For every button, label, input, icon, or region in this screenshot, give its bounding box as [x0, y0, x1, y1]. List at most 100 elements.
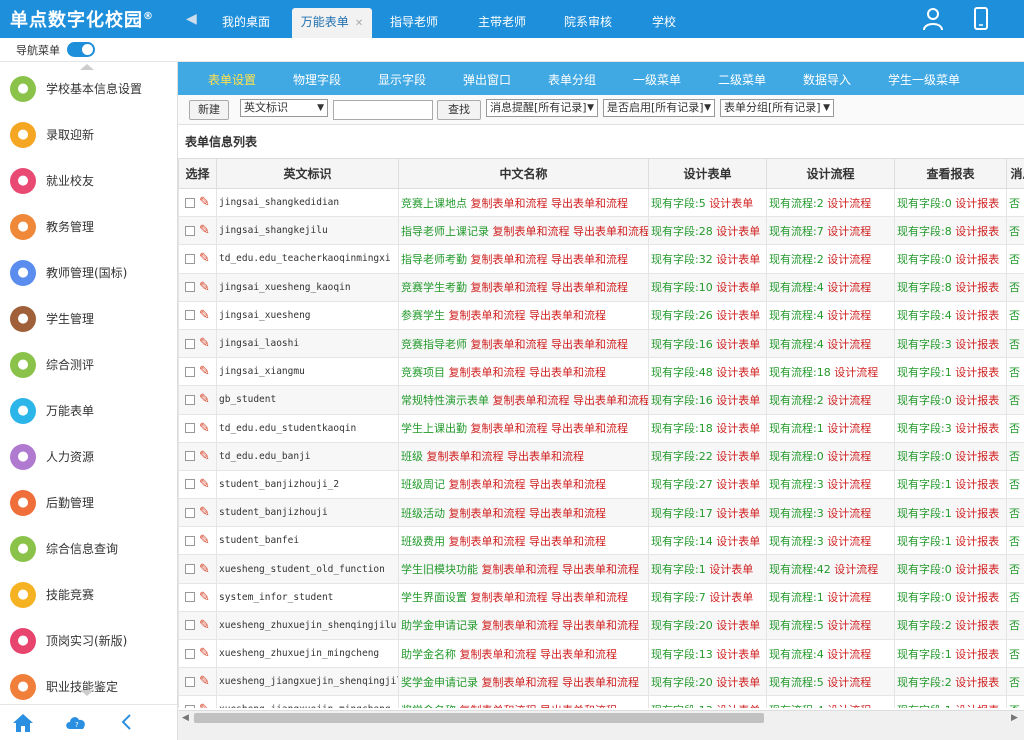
copy-form-link[interactable]: 复制表单和流程 — [460, 704, 537, 708]
design-form-link[interactable]: 设计表单 — [716, 253, 760, 266]
design-report-link[interactable]: 设计报表 — [955, 676, 999, 689]
copy-form-link[interactable]: 复制表单和流程 — [493, 225, 570, 238]
row-checkbox[interactable] — [185, 592, 196, 603]
row-checkbox[interactable] — [185, 648, 196, 659]
chinese-name-link[interactable]: 奖学金名称 — [401, 704, 456, 708]
copy-form-link[interactable]: 复制表单和流程 — [482, 619, 559, 632]
copy-form-link[interactable]: 复制表单和流程 — [449, 478, 526, 491]
sidebar-menu-item[interactable]: ● 人力资源 — [0, 434, 177, 480]
message-filter-select[interactable]: 消息提醒[所有记录] ▼ — [486, 99, 598, 117]
edit-pencil-icon[interactable]: ✎ — [199, 336, 210, 351]
cloud-icon[interactable]: ? — [64, 713, 88, 731]
row-checkbox[interactable] — [185, 225, 196, 236]
scroll-down-icon[interactable] — [80, 690, 94, 696]
export-form-link[interactable]: 导出表单和流程 — [551, 253, 628, 266]
design-report-link[interactable]: 设计报表 — [955, 197, 999, 210]
subtab-data-import[interactable]: 数据导入 — [803, 71, 851, 88]
design-report-link[interactable]: 设计报表 — [955, 648, 999, 661]
copy-form-link[interactable]: 复制表单和流程 — [471, 338, 548, 351]
design-report-link[interactable]: 设计报表 — [955, 535, 999, 548]
design-form-link[interactable]: 设计表单 — [716, 676, 760, 689]
copy-form-link[interactable]: 复制表单和流程 — [471, 281, 548, 294]
design-flow-link[interactable]: 设计流程 — [834, 366, 878, 379]
subtab-form-settings[interactable]: 表单设置 — [208, 71, 256, 88]
chinese-name-link[interactable]: 竞赛上课地点 — [401, 197, 467, 210]
copy-form-link[interactable]: 复制表单和流程 — [482, 563, 559, 576]
nav-toggle-switch[interactable] — [67, 42, 95, 57]
row-checkbox[interactable] — [185, 366, 196, 377]
design-report-link[interactable]: 设计报表 — [955, 253, 999, 266]
copy-form-link[interactable]: 复制表单和流程 — [471, 422, 548, 435]
chinese-name-link[interactable]: 竞赛指导老师 — [401, 338, 467, 351]
design-flow-link[interactable]: 设计流程 — [827, 478, 871, 491]
design-flow-link[interactable]: 设计流程 — [827, 591, 871, 604]
group-filter-select[interactable]: 表单分组[所有记录] ▼ — [720, 99, 834, 117]
design-form-link[interactable]: 设计表单 — [716, 338, 760, 351]
design-flow-link[interactable]: 设计流程 — [827, 648, 871, 661]
design-flow-link[interactable]: 设计流程 — [827, 507, 871, 520]
row-checkbox[interactable] — [185, 282, 196, 293]
scroll-right-icon[interactable]: ▶ — [1011, 713, 1018, 723]
scrollbar-thumb[interactable] — [194, 713, 764, 723]
design-form-link[interactable]: 设计表单 — [716, 366, 760, 379]
tab-prev-icon[interactable]: ◀ — [186, 11, 197, 27]
search-input[interactable] — [333, 100, 433, 120]
chinese-name-link[interactable]: 奖学金申请记录 — [401, 676, 478, 689]
design-flow-link[interactable]: 设计流程 — [834, 563, 878, 576]
user-icon[interactable] — [922, 7, 944, 31]
design-flow-link[interactable]: 设计流程 — [827, 225, 871, 238]
chinese-name-link[interactable]: 助学金申请记录 — [401, 619, 478, 632]
copy-form-link[interactable]: 复制表单和流程 — [482, 676, 559, 689]
sidebar-menu-item[interactable]: ● 综合测评 — [0, 342, 177, 388]
export-form-link[interactable]: 导出表单和流程 — [540, 648, 617, 661]
chinese-name-link[interactable]: 班级 — [401, 450, 423, 463]
design-form-link[interactable]: 设计表单 — [716, 309, 760, 322]
edit-pencil-icon[interactable]: ✎ — [199, 646, 210, 661]
edit-pencil-icon[interactable]: ✎ — [199, 308, 210, 323]
design-flow-link[interactable]: 设计流程 — [827, 253, 871, 266]
design-flow-link[interactable]: 设计流程 — [827, 422, 871, 435]
copy-form-link[interactable]: 复制表单和流程 — [493, 394, 570, 407]
mobile-icon[interactable] — [972, 6, 990, 32]
design-form-link[interactable]: 设计表单 — [716, 422, 760, 435]
copy-form-link[interactable]: 复制表单和流程 — [471, 253, 548, 266]
row-checkbox[interactable] — [185, 479, 196, 490]
chinese-name-link[interactable]: 指导老师考勤 — [401, 253, 467, 266]
design-flow-link[interactable]: 设计流程 — [827, 704, 871, 708]
design-form-link[interactable]: 设计表单 — [716, 225, 760, 238]
design-form-link[interactable]: 设计表单 — [716, 704, 760, 708]
export-form-link[interactable]: 导出表单和流程 — [562, 563, 639, 576]
export-form-link[interactable]: 导出表单和流程 — [551, 422, 628, 435]
close-icon[interactable]: ✕ — [355, 18, 363, 29]
design-report-link[interactable]: 设计报表 — [955, 281, 999, 294]
tab-instructor[interactable]: 指导老师 — [380, 8, 448, 38]
design-flow-link[interactable]: 设计流程 — [827, 309, 871, 322]
copy-form-link[interactable]: 复制表单和流程 — [449, 366, 526, 379]
tab-my-desktop[interactable]: 我的桌面 — [210, 8, 282, 38]
design-form-link[interactable]: 设计表单 — [709, 563, 753, 576]
design-form-link[interactable]: 设计表单 — [716, 394, 760, 407]
export-form-link[interactable]: 导出表单和流程 — [551, 197, 628, 210]
edit-pencil-icon[interactable]: ✎ — [199, 674, 210, 689]
design-report-link[interactable]: 设计报表 — [955, 338, 999, 351]
search-button[interactable]: 查找 — [437, 100, 481, 120]
row-checkbox[interactable] — [185, 310, 196, 321]
design-report-link[interactable]: 设计报表 — [955, 591, 999, 604]
design-form-link[interactable]: 设计表单 — [716, 507, 760, 520]
tab-dept-review[interactable]: 院系审核 — [554, 8, 622, 38]
export-form-link[interactable]: 导出表单和流程 — [562, 619, 639, 632]
export-form-link[interactable]: 导出表单和流程 — [551, 591, 628, 604]
design-flow-link[interactable]: 设计流程 — [827, 450, 871, 463]
horizontal-scrollbar[interactable]: ◀ ▶ — [178, 710, 1024, 724]
copy-form-link[interactable]: 复制表单和流程 — [449, 309, 526, 322]
design-report-link[interactable]: 设计报表 — [955, 394, 999, 407]
design-flow-link[interactable]: 设计流程 — [827, 676, 871, 689]
row-checkbox[interactable] — [185, 676, 196, 687]
design-report-link[interactable]: 设计报表 — [955, 704, 999, 708]
design-form-link[interactable]: 设计表单 — [709, 591, 753, 604]
sidebar-menu-item[interactable]: ● 综合信息查询 — [0, 526, 177, 572]
chinese-name-link[interactable]: 学生界面设置 — [401, 591, 467, 604]
row-checkbox[interactable] — [185, 620, 196, 631]
row-checkbox[interactable] — [185, 394, 196, 405]
sidebar-menu-item[interactable]: ● 后勤管理 — [0, 480, 177, 526]
